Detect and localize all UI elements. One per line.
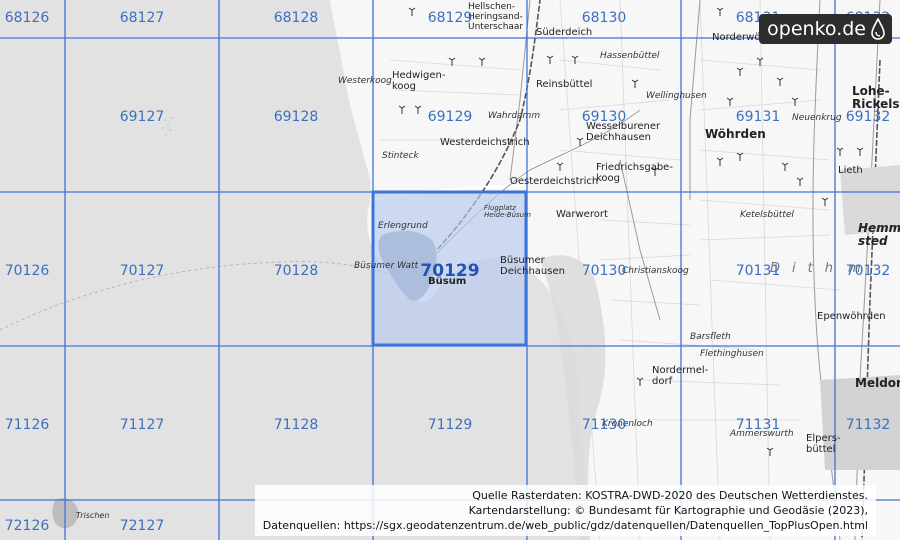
place-label: Wahrdamm xyxy=(488,111,541,121)
raindrop-icon xyxy=(871,18,885,40)
grid-cell-label: 69132 xyxy=(845,109,891,125)
place-label: Westerkoog xyxy=(338,76,392,86)
place-label: Christianskoog xyxy=(622,266,689,276)
place-label: Epenwöhrden xyxy=(817,311,886,322)
grid-cell-label: 70129 xyxy=(420,261,480,281)
grid-cell-label: 71127 xyxy=(119,417,165,433)
grid-cell-label: 68130 xyxy=(581,10,627,26)
place-label: Nordermel- dorf xyxy=(652,365,709,387)
place-label: Neuenkrug xyxy=(792,113,842,123)
place-label: Stinteck xyxy=(382,151,419,161)
place-label: Dith xyxy=(770,261,845,276)
grid-cell-label: 70132 xyxy=(845,263,891,279)
place-label: Wellinghusen xyxy=(646,91,707,101)
grid-cell-label: 70130 xyxy=(581,263,627,279)
grid-cell-label: 68128 xyxy=(273,10,319,26)
place-label: Barsfleth xyxy=(690,332,731,342)
grid-cell-label: 71129 xyxy=(427,417,473,433)
place-label: Friedrichsgabe- koog xyxy=(596,162,673,184)
place-label: Erlengrund xyxy=(378,221,428,231)
attribution-line-2: Kartendarstellung: © Bundesamt für Karto… xyxy=(468,504,868,517)
map-view[interactable]: Hellschen- Heringsand- Unterschaar Süder… xyxy=(0,0,900,540)
map-attribution: Quelle Rasterdaten: KOSTRA-DWD-2020 des … xyxy=(254,485,876,536)
place-label: Trischen xyxy=(76,511,110,520)
grid-cell-label: 71132 xyxy=(845,417,891,433)
grid-cell-label: 69130 xyxy=(581,109,627,125)
grid-cell-label: 68129 xyxy=(427,10,473,26)
place-label: Flethinghusen xyxy=(700,349,764,359)
grid-cell-label: 68126 xyxy=(4,10,50,26)
grid-cell-label: 70131 xyxy=(735,263,781,279)
place-label: Hellschen- Heringsand- Unterschaar xyxy=(468,2,524,32)
grid-cell-label: 71128 xyxy=(273,417,319,433)
place-label: Reinsbüttel xyxy=(536,79,593,90)
place-label: Meldor xyxy=(855,376,900,390)
grid-cell-label: 70128 xyxy=(273,263,319,279)
logo-text: openko.de xyxy=(767,18,866,40)
grid-cell-label: 69127 xyxy=(119,109,165,125)
place-label: Ketelsbüttel xyxy=(740,210,794,220)
place-label: Hassenbüttel xyxy=(600,51,660,61)
attribution-line-3[interactable]: Datenquellen: https://sgx.geodatenzentru… xyxy=(263,518,868,533)
place-label: Elpers- büttel xyxy=(806,433,841,455)
place-label: Lieth xyxy=(838,165,863,176)
attribution-line-1: Quelle Rasterdaten: KOSTRA-DWD-2020 des … xyxy=(472,489,868,502)
grid-cell-label: 70127 xyxy=(119,263,165,279)
place-label: Hemmi sted xyxy=(858,221,900,248)
place-label: Büsumer Deichhausen xyxy=(500,255,565,277)
grid-cell-label: 71130 xyxy=(581,417,627,433)
place-label: Hedwigen- koog xyxy=(392,70,446,92)
grid-cell-label: 68127 xyxy=(119,10,165,26)
grid-cell-label: 69128 xyxy=(273,109,319,125)
grid-cell-label: 71126 xyxy=(4,417,50,433)
place-label: Wesselburener Deichhausen xyxy=(586,121,661,143)
grid-cell-label: 69131 xyxy=(735,109,781,125)
grid-cell-label: 72127 xyxy=(119,518,165,534)
grid-cell-label: 72126 xyxy=(4,518,50,534)
place-label: Süderdeich xyxy=(536,27,593,38)
grid-cell-label: 71131 xyxy=(735,417,781,433)
openko-logo[interactable]: openko.de xyxy=(759,14,892,44)
grid-cell-label: 69129 xyxy=(427,109,473,125)
place-label: Büsumer Watt xyxy=(354,261,419,271)
place-label: Lohe- Rickelsh xyxy=(852,84,900,111)
place-label: Westerdeichstrich xyxy=(440,137,530,148)
place-label: Warwerort xyxy=(556,209,608,220)
place-label: Wöhrden xyxy=(705,127,766,141)
place-label: Flugplatz Heide-Büsum xyxy=(484,204,531,220)
place-label: Oesterdeichstrich xyxy=(510,176,599,187)
grid-cell-label: 70126 xyxy=(4,263,50,279)
